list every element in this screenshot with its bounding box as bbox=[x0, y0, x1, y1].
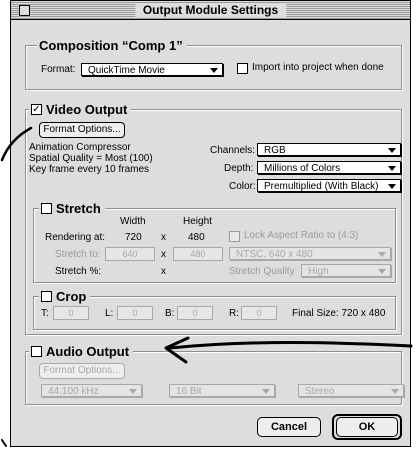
import-checkbox-row[interactable]: Import into project when done bbox=[237, 62, 384, 74]
composition-heading: Composition “Comp 1” bbox=[37, 38, 187, 53]
stretch-percent-x: x bbox=[161, 266, 166, 277]
stretch-quality-popup[interactable]: High bbox=[301, 264, 391, 277]
depth-label: Depth: bbox=[224, 163, 254, 174]
window-title: Output Module Settings bbox=[134, 3, 287, 17]
stretch-preset-popup[interactable]: NTSC, 640 x 480 bbox=[229, 247, 391, 260]
crop-t-label: T: bbox=[41, 308, 49, 319]
height-header: Height bbox=[183, 216, 212, 227]
rendering-width: 720 bbox=[125, 232, 142, 243]
depth-popup[interactable]: Millions of Colors bbox=[257, 161, 401, 174]
lock-aspect-label: Lock Aspect Ratio to (4:3) bbox=[244, 230, 359, 241]
stretch-quality-label: Stretch Quality bbox=[229, 266, 295, 277]
crop-l-label: L: bbox=[105, 308, 114, 319]
width-header: Width bbox=[120, 216, 146, 227]
chevron-down-icon bbox=[388, 166, 396, 171]
rendering-height: 480 bbox=[188, 232, 205, 243]
rendering-x: x bbox=[161, 232, 166, 243]
chevron-down-icon bbox=[210, 68, 218, 73]
crop-right-field[interactable]: 0 bbox=[241, 306, 277, 320]
channels-label: Channels: bbox=[210, 145, 256, 156]
cancel-button[interactable]: Cancel bbox=[257, 417, 321, 437]
stretch-percent-label: Stretch %: bbox=[55, 266, 102, 277]
chevron-down-icon bbox=[378, 269, 386, 274]
audio-rate-popup[interactable]: 44.100 kHz bbox=[41, 384, 142, 397]
crop-checkbox[interactable] bbox=[41, 291, 52, 302]
color-label: Color: bbox=[229, 181, 256, 192]
crop-left-field[interactable]: 0 bbox=[117, 306, 153, 320]
channels-popup[interactable]: RGB bbox=[257, 143, 401, 156]
stretch-width-field[interactable]: 640 bbox=[105, 247, 155, 261]
video-format-options-button[interactable]: Format Options... bbox=[39, 122, 125, 138]
chevron-down-icon bbox=[129, 389, 137, 394]
stretch-height-field[interactable]: 480 bbox=[173, 247, 223, 261]
chevron-down-icon bbox=[388, 148, 396, 153]
audio-bits-popup[interactable]: 16 Bit bbox=[169, 384, 275, 397]
stretch-heading[interactable]: Stretch bbox=[39, 201, 105, 216]
color-popup[interactable]: Premultiplied (With Black) bbox=[257, 179, 401, 192]
lock-aspect-checkbox[interactable] bbox=[229, 230, 240, 242]
crop-heading[interactable]: Crop bbox=[39, 289, 91, 304]
chevron-down-icon bbox=[378, 252, 386, 257]
crop-top-field[interactable]: 0 bbox=[53, 306, 89, 320]
format-popup[interactable]: QuickTime Movie bbox=[81, 63, 223, 76]
import-label: Import into project when done bbox=[252, 62, 384, 73]
crop-b-label: B: bbox=[165, 308, 175, 319]
audio-output-heading[interactable]: Audio Output bbox=[29, 344, 134, 359]
audio-channels-popup[interactable]: Stereo bbox=[298, 384, 404, 397]
stretch-x: x bbox=[161, 249, 166, 260]
video-output-heading[interactable]: ✓ Video Output bbox=[29, 102, 132, 117]
audio-output-checkbox[interactable] bbox=[31, 346, 42, 357]
audio-format-options-button[interactable]: Format Options... bbox=[39, 363, 125, 379]
lock-aspect-row[interactable]: Lock Aspect Ratio to (4:3) bbox=[229, 230, 359, 242]
format-label: Format: bbox=[41, 64, 76, 75]
crop-r-label: R: bbox=[229, 308, 239, 319]
rendering-label: Rendering at: bbox=[45, 232, 106, 243]
import-checkbox[interactable] bbox=[237, 62, 248, 74]
video-info-line-3: Key frame every 10 frames bbox=[29, 164, 150, 175]
final-size: Final Size: 720 x 480 bbox=[292, 308, 386, 319]
chevron-down-icon bbox=[262, 389, 270, 394]
stretch-to-label: Stretch to: bbox=[55, 249, 101, 260]
chevron-down-icon bbox=[388, 184, 396, 189]
video-output-checkbox[interactable]: ✓ bbox=[31, 104, 42, 115]
crop-bottom-field[interactable]: 0 bbox=[177, 306, 213, 320]
stretch-checkbox[interactable] bbox=[41, 203, 52, 214]
bottom-left-mark bbox=[1, 439, 7, 447]
chevron-down-icon bbox=[391, 389, 399, 394]
output-module-dialog: Output Module Settings Composition “Comp… bbox=[10, 0, 411, 447]
ok-button[interactable]: OK bbox=[336, 417, 398, 437]
close-box-icon[interactable] bbox=[19, 5, 30, 16]
title-bar[interactable]: Output Module Settings bbox=[11, 1, 410, 20]
